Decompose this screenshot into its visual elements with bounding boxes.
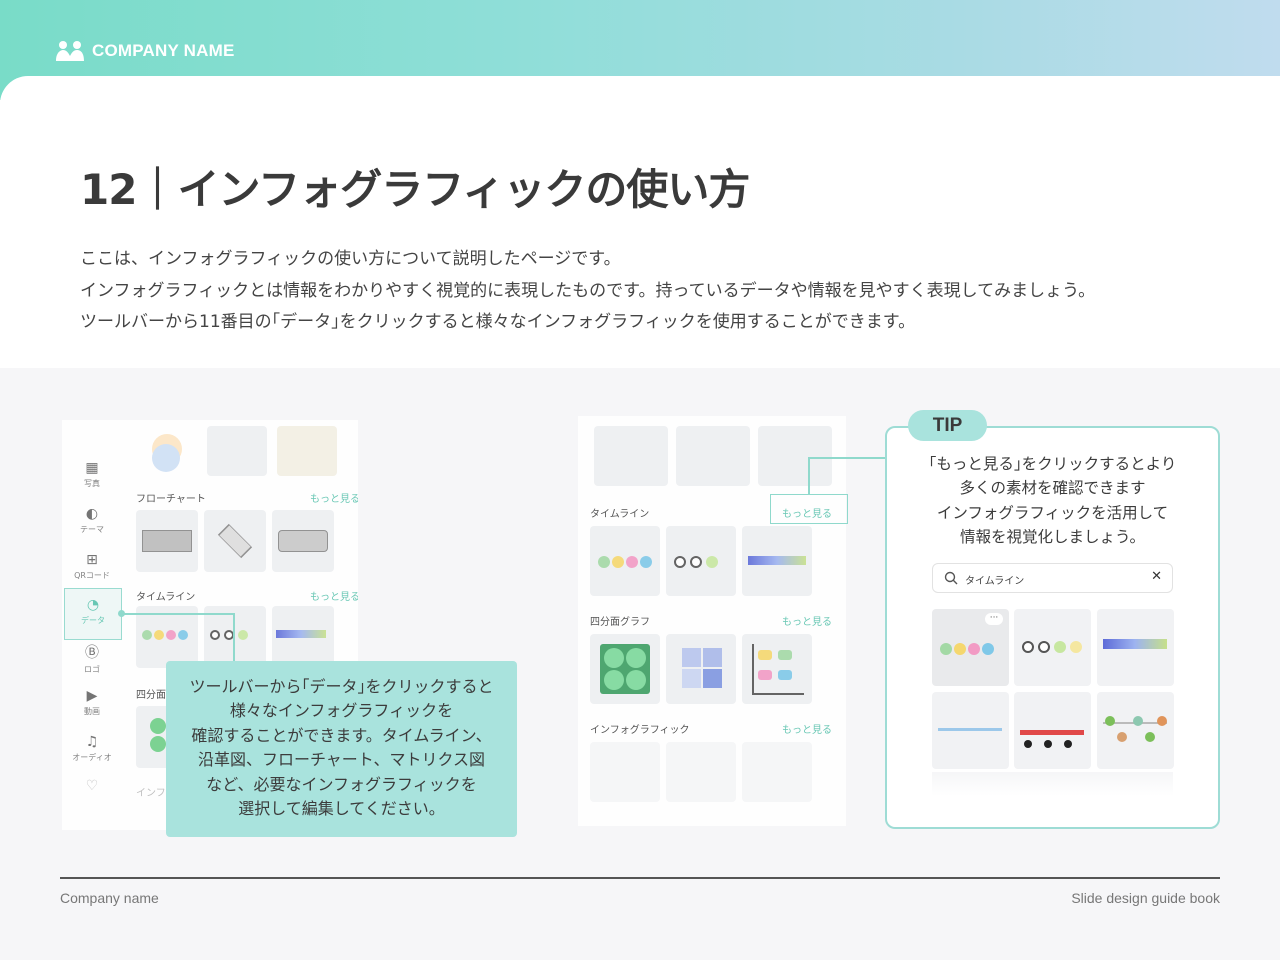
sidebar-item-label: 写真 (84, 479, 100, 488)
sidebar-item-video[interactable]: ▶ 動画 (70, 688, 114, 717)
description-line: ここは、インフォグラフィックの使い方について説明したページです。 (80, 249, 621, 269)
callout-line: など、必要なインフォグラフィックを (206, 774, 477, 794)
tip-line: インフォグラフィックを活用して (936, 503, 1169, 522)
preview-shape (152, 444, 180, 472)
timeline-thumb[interactable] (742, 526, 812, 596)
sidebar-item-label: データ (81, 616, 105, 625)
result-thumb[interactable]: ··· (932, 609, 1009, 686)
callout-line: 選択して編集してください。 (238, 799, 445, 819)
section-label: 四分面グラフ (590, 617, 650, 628)
sidebar-item-photo[interactable]: ▦ 写真 (70, 460, 114, 489)
qr-icon: ⊞ (86, 552, 98, 568)
logo-icon: Ⓑ (85, 645, 99, 661)
preview-thumb[interactable] (594, 426, 668, 486)
section-label: タイムライン (590, 509, 650, 520)
connector-dot (118, 610, 125, 617)
more-link[interactable]: もっと見る (782, 721, 832, 736)
description: ここは、インフォグラフィックの使い方について説明したページです。 インフォグラフ… (80, 244, 1220, 339)
timeline-thumb[interactable] (272, 606, 334, 668)
description-line: ツールバーから11番目の｢データ｣をクリックすると様々なインフォグラフィックを使… (80, 312, 916, 332)
sidebar-item-label: QRコード (74, 571, 110, 580)
company-logo: COMPANY NAME (56, 40, 235, 62)
result-thumb[interactable] (932, 692, 1009, 769)
result-thumb[interactable] (1097, 609, 1174, 686)
page-title: 12｜インフォグラフィックの使い方 (80, 165, 750, 214)
callout-line: 確認することができます。タイムライン、 (191, 725, 492, 745)
infographic-thumb[interactable] (590, 742, 660, 802)
sidebar-item-audio[interactable]: ♫ オーディオ (70, 734, 114, 763)
sidebar-item-favorite[interactable]: ♡ (70, 778, 114, 796)
preview-thumb[interactable] (207, 426, 267, 476)
result-thumb[interactable] (1014, 692, 1091, 769)
sidebar-item-label: テーマ (80, 525, 104, 534)
preview-thumb[interactable] (758, 426, 832, 486)
sidebar-item-label: ロゴ (84, 665, 100, 674)
description-line: インフォグラフィックとは情報をわかりやすく視覚的に表現したものです。持っているデ… (80, 280, 1096, 301)
result-thumb[interactable] (1097, 692, 1174, 769)
template-icon: ▦ (85, 460, 99, 476)
more-link-highlight (770, 494, 848, 524)
tip-line: 情報を視覚化しましょう。 (959, 528, 1146, 547)
footer-divider (60, 877, 1220, 879)
callout-line: 沿革図、フローチャート、マトリクス図 (197, 750, 486, 770)
callout-line: ツールバーから｢データ｣をクリックすると (189, 677, 494, 696)
tip-text: ｢もっと見る｣をクリックするとより 多くの素材を確認できます インフォグラフィッ… (905, 452, 1200, 550)
play-icon: ▶ (86, 688, 98, 704)
sidebar-item-qr[interactable]: ⊞ QRコード (70, 552, 114, 581)
search-icon (944, 571, 958, 585)
callout-box: ツールバーから｢データ｣をクリックすると 様々なインフォグラフィックを 確認する… (166, 661, 517, 837)
result-fade (932, 772, 1173, 796)
quadrant-thumb[interactable] (742, 634, 812, 704)
search-input[interactable]: タイムライン ✕ (932, 563, 1173, 593)
company-name: COMPANY NAME (92, 41, 235, 60)
heart-icon: ♡ (85, 778, 99, 794)
quadrant-thumb[interactable] (590, 634, 660, 704)
data-icon: ◔ (86, 597, 100, 613)
sidebar-item-label: 動画 (84, 707, 100, 716)
tip-connector (808, 457, 810, 495)
palette-icon: ◐ (85, 506, 99, 522)
sidebar: ▦ 写真 ◐ テーマ ⊞ QRコード ◔ データ Ⓑ ロゴ ▶ 動画 ♫ オーディオ ♡ (62, 420, 122, 830)
section-label: タイムライン (136, 592, 196, 603)
timeline-thumb[interactable] (590, 526, 660, 596)
section-label: インフォグラフィック (590, 725, 690, 736)
more-link[interactable]: もっと見る (310, 490, 358, 505)
tip-line: ｢もっと見る｣をクリックするとより (928, 455, 1177, 473)
search-value: タイムライン (965, 576, 1025, 587)
preview-thumb[interactable] (676, 426, 750, 486)
sidebar-item-theme[interactable]: ◐ テーマ (70, 506, 114, 535)
section-label: フローチャート (136, 494, 206, 505)
callout-connector (233, 613, 235, 661)
flowchart-thumb[interactable] (204, 510, 266, 572)
people-icon (56, 41, 84, 61)
tip-line: 多くの素材を確認できます (959, 479, 1146, 498)
flowchart-thumb[interactable] (136, 510, 198, 572)
footer-company: Company name (60, 890, 159, 906)
footer-guide: Slide design guide book (1071, 890, 1220, 906)
tip-tag: TIP (908, 410, 987, 441)
infographic-thumb[interactable] (742, 742, 812, 802)
flowchart-thumb[interactable] (272, 510, 334, 572)
more-link[interactable]: もっと見る (310, 588, 358, 603)
timeline-thumb[interactable] (136, 606, 198, 668)
section-label: インフ (136, 788, 166, 799)
preview-thumb[interactable] (277, 426, 337, 476)
result-thumb[interactable] (1014, 609, 1091, 686)
more-link[interactable]: もっと見る (782, 613, 832, 628)
timeline-thumb[interactable] (204, 606, 266, 668)
panel-screenshot: タイムライン もっと見る 四分面グラフ もっと見る インフォグラフィック もっと… (578, 416, 846, 826)
close-icon[interactable]: ✕ (1151, 569, 1162, 584)
sidebar-item-data[interactable]: ◔ データ (64, 588, 122, 640)
infographic-thumb[interactable] (666, 742, 736, 802)
tip-connector (808, 457, 886, 459)
callout-connector (121, 613, 234, 615)
sidebar-item-label: オーディオ (72, 753, 112, 762)
sidebar-item-logo[interactable]: Ⓑ ロゴ (70, 642, 114, 675)
timeline-thumb[interactable] (666, 526, 736, 596)
callout-line: 様々なインフォグラフィックを (229, 701, 454, 721)
quadrant-thumb[interactable] (666, 634, 736, 704)
music-icon: ♫ (85, 734, 99, 750)
